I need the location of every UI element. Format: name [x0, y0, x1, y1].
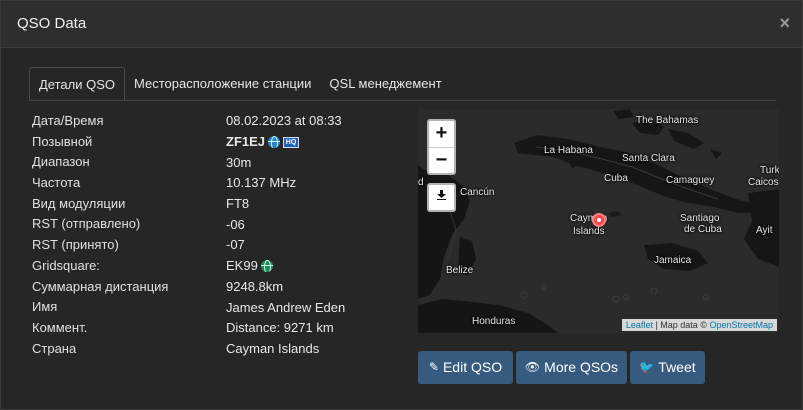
zoom-out-button[interactable]: −	[429, 147, 454, 173]
map-label-jamaica: Jamaica	[654, 255, 692, 266]
map-label-islands: Islands	[573, 226, 605, 237]
label-band: Диапазон	[32, 154, 90, 170]
modal-header: QSO Data ×	[1, 1, 802, 48]
row-rst-sent: RST (отправлено) -06	[32, 214, 412, 235]
qso-details-table: Дата/Время 08.02.2023 at 08:33 Позывной …	[32, 111, 412, 359]
row-mode: Вид модуляции FT8	[32, 194, 412, 215]
value-distance: 9248.8km	[226, 278, 284, 294]
tab-divider	[29, 100, 776, 101]
close-icon[interactable]: ×	[779, 13, 790, 34]
zoom-control: + −	[427, 119, 456, 175]
grid-globe-icon[interactable]	[260, 260, 273, 273]
station-map[interactable]: The Bahamas La Habana Santa Clara Cuba C…	[418, 109, 779, 333]
row-datetime: Дата/Время 08.02.2023 at 08:33	[32, 111, 412, 132]
map-attribution: Leaflet | Map data © OpenStreetMap	[621, 319, 777, 331]
row-country: Страна Cayman Islands	[32, 339, 412, 360]
modal-body: Детали QSO Месторасположение станции QSL…	[1, 48, 802, 409]
map-label-cancun: Cancún	[460, 187, 495, 198]
edit-qso-button[interactable]: ✎ Edit QSO	[418, 351, 513, 384]
map-label-de-cuba: de Cuba	[684, 224, 722, 235]
map-label-bahamas: The Bahamas	[636, 115, 699, 126]
map-label-habana: La Habana	[544, 145, 593, 156]
row-frequency: Частота 10.137 MHz	[32, 173, 412, 194]
value-comment: Distance: 9271 km	[226, 320, 334, 336]
leaflet-link[interactable]: Leaflet	[626, 320, 653, 330]
value-gridsquare: EK99	[226, 258, 258, 274]
map-label-d-edge: d	[418, 177, 424, 188]
tweet-label: Tweet	[658, 359, 696, 375]
tab-bar: Детали QSO Месторасположение станции QSL…	[29, 67, 451, 101]
more-qsos-label: More QSOs	[544, 359, 619, 375]
label-rst-sent: RST (отправлено)	[32, 216, 141, 232]
map-label-ayiti: Ayit	[756, 225, 773, 236]
value-band: 30m	[226, 154, 252, 170]
hamqth-icon[interactable]: HQ	[283, 136, 300, 148]
value-callsign-group: ZF1EJ HQ	[226, 132, 300, 153]
tab-station-location[interactable]: Месторасположение станции	[125, 67, 320, 101]
globe-icon[interactable]	[268, 136, 281, 149]
label-callsign: Позывной	[32, 133, 93, 149]
modal-title: QSO Data	[17, 15, 87, 32]
twitter-icon: 🐦	[639, 360, 655, 374]
row-name: Имя James Andrew Eden	[32, 297, 412, 318]
map-label-caicos: Caicos	[748, 177, 779, 188]
value-mode: FT8	[226, 196, 250, 212]
tab-qso-details[interactable]: Детали QSO	[29, 67, 125, 101]
map-label-cuba: Cuba	[604, 173, 628, 184]
value-rst-sent: -06	[226, 216, 245, 232]
label-name: Имя	[32, 299, 58, 315]
label-rst-rcvd: RST (принято)	[32, 237, 119, 253]
attribution-text: | Map data ©	[652, 320, 710, 330]
label-frequency: Частота	[32, 175, 81, 191]
value-frequency: 10.137 MHz	[226, 175, 297, 191]
edit-qso-label: Edit QSO	[442, 359, 503, 375]
osm-link[interactable]: OpenStreetMap	[709, 320, 773, 330]
label-comment: Коммент.	[32, 319, 88, 335]
row-band: Диапазон 30m	[32, 152, 412, 173]
value-gridsquare-group: EK99	[226, 256, 273, 277]
label-country: Страна	[32, 340, 77, 356]
map-label-santa-clara: Santa Clara	[622, 153, 675, 164]
value-callsign: ZF1EJ	[226, 134, 266, 150]
row-distance: Суммарная дистанция 9248.8km	[32, 277, 412, 298]
map-label-honduras: Honduras	[472, 316, 516, 327]
label-mode: Вид модуляции	[32, 195, 126, 211]
download-icon	[437, 190, 446, 200]
location-marker-icon[interactable]	[592, 213, 606, 227]
tweet-button[interactable]: 🐦 Tweet	[630, 351, 705, 384]
label-datetime: Дата/Время	[32, 113, 104, 128]
row-comment: Коммент. Distance: 9271 km	[32, 318, 412, 339]
row-gridsquare: Gridsquare: EK99	[32, 256, 412, 277]
map-label-camaguey: Camaguey	[666, 175, 715, 186]
eye-icon: 👁	[524, 360, 541, 374]
value-rst-rcvd: -07	[226, 237, 245, 253]
more-qsos-button[interactable]: 👁 More QSOs	[516, 351, 627, 384]
map-label-turks: Turk	[760, 165, 779, 176]
zoom-in-button[interactable]: +	[429, 121, 454, 147]
label-distance: Суммарная дистанция	[32, 278, 169, 294]
value-datetime: 08.02.2023 at 08:33	[226, 113, 342, 129]
label-gridsquare: Gridsquare:	[32, 257, 100, 273]
row-rst-rcvd: RST (принято) -07	[32, 235, 412, 256]
row-callsign: Позывной ZF1EJ HQ	[32, 132, 412, 153]
map-label-santiago: Santiago	[680, 213, 720, 224]
qso-data-modal: QSO Data × Детали QSO Месторасположение …	[0, 0, 803, 410]
download-button[interactable]	[427, 183, 456, 212]
map-label-belize: Belize	[446, 265, 474, 276]
value-name: James Andrew Eden	[226, 299, 346, 315]
edit-icon: ✎	[428, 360, 439, 374]
tab-qsl-management[interactable]: QSL менеджемент	[320, 67, 450, 101]
value-country: Cayman Islands	[226, 340, 320, 356]
